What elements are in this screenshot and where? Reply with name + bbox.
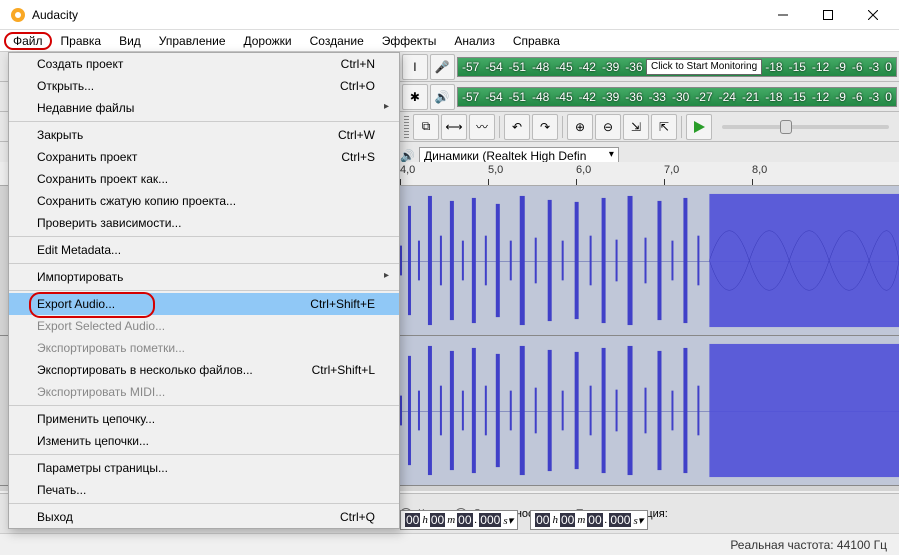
menu-generate[interactable]: Создание <box>301 32 373 50</box>
file-menu-item[interactable]: Проверить зависимости... <box>9 212 399 234</box>
zoomin-icon: ⊕ <box>575 120 585 134</box>
file-menu-item[interactable]: Печать... <box>9 479 399 501</box>
file-menu-item[interactable]: Параметры страницы... <box>9 457 399 479</box>
tool-multi[interactable]: ✱ <box>402 84 427 110</box>
app-icon <box>10 7 26 23</box>
silence-button[interactable]: 〰 <box>469 114 495 140</box>
titlebar: Audacity <box>0 0 899 30</box>
waveform-2[interactable] <box>400 336 899 485</box>
redo-icon: ↷ <box>540 120 550 134</box>
menu-help[interactable]: Справка <box>504 32 569 50</box>
trim-icon: ⟷ <box>445 120 462 134</box>
file-menu-item: Экспортировать пометки... <box>9 337 399 359</box>
multi-icon: ✱ <box>410 90 420 104</box>
statusbar: Реальная частота: 44100 Гц <box>0 533 899 555</box>
fitproj-button[interactable]: ⇱ <box>651 114 677 140</box>
trim-button[interactable]: ⟷ <box>441 114 467 140</box>
file-menu-item[interactable]: Создать проектCtrl+N <box>9 53 399 75</box>
tool-selection[interactable]: I <box>402 54 427 80</box>
menubar: Файл Правка Вид Управление Дорожки Созда… <box>0 30 899 52</box>
waveform-1[interactable] <box>400 186 899 335</box>
speaker-icon: 🔊 <box>435 90 450 104</box>
file-menu-item[interactable]: Export Audio...Ctrl+Shift+E <box>9 293 399 315</box>
undo-icon: ↶ <box>512 120 522 134</box>
file-menu-item: Экспортировать MIDI... <box>9 381 399 403</box>
file-menu-item[interactable]: Сохранить проектCtrl+S <box>9 146 399 168</box>
menu-view[interactable]: Вид <box>110 32 150 50</box>
file-menu-item[interactable]: Недавние файлы <box>9 97 399 119</box>
menu-analyze[interactable]: Анализ <box>445 32 504 50</box>
window-title: Audacity <box>32 8 760 22</box>
menu-transport[interactable]: Управление <box>150 32 235 50</box>
file-menu-item[interactable]: ВыходCtrl+Q <box>9 506 399 528</box>
play-button[interactable] <box>686 114 712 140</box>
tool-mic[interactable]: 🎤 <box>430 54 455 80</box>
file-menu-item[interactable]: Сохранить проект как... <box>9 168 399 190</box>
fitsel-icon: ⇲ <box>631 120 641 134</box>
fitsel-button[interactable]: ⇲ <box>623 114 649 140</box>
zoomin-button[interactable]: ⊕ <box>567 114 593 140</box>
file-menu-dropdown: Создать проектCtrl+NОткрыть...Ctrl+OНеда… <box>8 52 400 529</box>
scrub-bar[interactable] <box>722 125 889 129</box>
file-menu-item[interactable]: Сохранить сжатую копию проекта... <box>9 190 399 212</box>
menu-tracks[interactable]: Дорожки <box>235 32 301 50</box>
speaker-icon: 🔊 <box>400 149 415 163</box>
grip-icon[interactable] <box>404 116 409 138</box>
scrub-handle[interactable] <box>780 120 792 134</box>
menu-file[interactable]: Файл <box>4 32 52 50</box>
redo-button[interactable]: ↷ <box>532 114 558 140</box>
tool-speaker[interactable]: 🔊 <box>430 84 455 110</box>
menu-edit[interactable]: Правка <box>52 32 111 50</box>
copy-button[interactable]: ⧉ <box>413 114 439 140</box>
sample-rate-label: Реальная частота: 44100 Гц <box>730 538 887 552</box>
file-menu-item[interactable]: Применить цепочку... <box>9 408 399 430</box>
file-menu-item[interactable]: ЗакрытьCtrl+W <box>9 124 399 146</box>
copy-icon: ⧉ <box>422 119 431 134</box>
file-menu-item[interactable]: Импортировать <box>9 266 399 288</box>
mic-icon: 🎤 <box>435 60 450 74</box>
maximize-button[interactable] <box>805 1 850 29</box>
file-menu-item[interactable]: Изменить цепочки... <box>9 430 399 452</box>
undo-button[interactable]: ↶ <box>504 114 530 140</box>
selection-end-field[interactable]: 00h 00m 00. 000s▾ <box>400 510 518 530</box>
audio-position-field[interactable]: 00h 00m 00. 000s▾ <box>530 510 648 530</box>
zoomout-button[interactable]: ⊖ <box>595 114 621 140</box>
file-menu-item[interactable]: Экспортировать в несколько файлов...Ctrl… <box>9 359 399 381</box>
menu-effects[interactable]: Эффекты <box>373 32 446 50</box>
file-menu-item: Export Selected Audio... <box>9 315 399 337</box>
record-meter[interactable]: -57-54-51-48-45-42-39-36-33-30-27-24-21-… <box>457 57 897 77</box>
zoomout-icon: ⊖ <box>603 120 613 134</box>
close-button[interactable] <box>850 1 895 29</box>
file-menu-item[interactable]: Edit Metadata... <box>9 239 399 261</box>
file-menu-item[interactable]: Открыть...Ctrl+O <box>9 75 399 97</box>
cursor-icon: I <box>413 60 416 74</box>
monitor-label[interactable]: Click to Start Monitoring <box>646 59 762 75</box>
fitproj-icon: ⇱ <box>659 120 669 134</box>
silence-icon: 〰 <box>476 118 488 135</box>
play-meter[interactable]: -57-54-51-48-45-42-39-36-33-30-27-24-21-… <box>457 87 897 107</box>
minimize-button[interactable] <box>760 1 805 29</box>
